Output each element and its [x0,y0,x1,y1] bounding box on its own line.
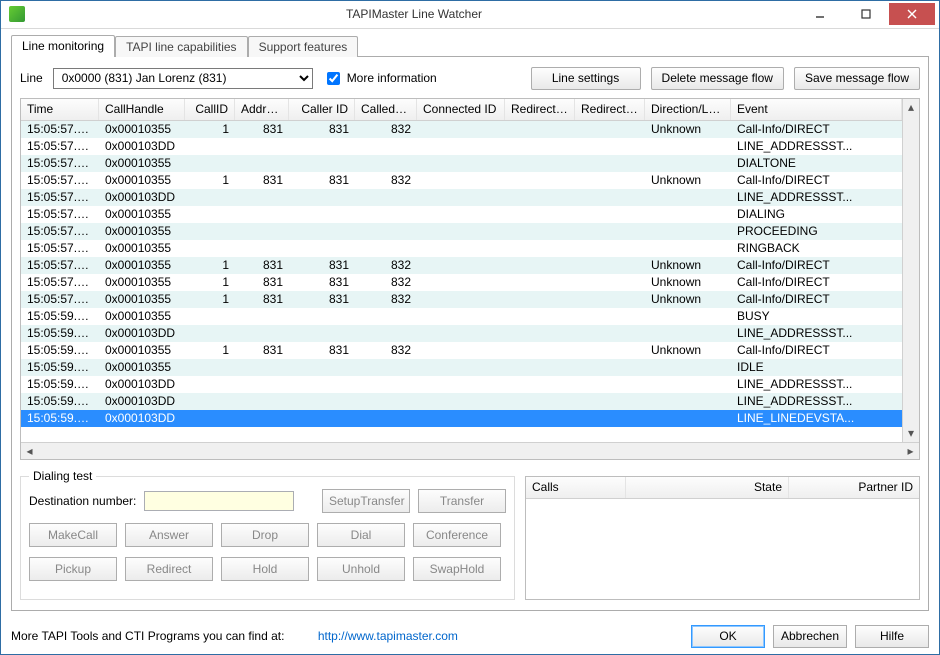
setup-transfer-button[interactable]: SetupTransfer [322,489,410,513]
table-row[interactable]: 15:05:57.5960x000103DDLINE_ADDRESSST... [21,189,902,206]
drop-button[interactable]: Drop [221,523,309,547]
tab-line-monitoring[interactable]: Line monitoring [11,35,115,57]
table-row[interactable]: 15:05:59.2370x000103DDLINE_ADDRESSST... [21,376,902,393]
column-header[interactable]: CallHandle [99,99,185,120]
table-row[interactable]: 15:05:57.5810x000103DDLINE_ADDRESSST... [21,138,902,155]
table-row[interactable]: 15:05:59.2370x00010355IDLE [21,359,902,376]
dial-button[interactable]: Dial [317,523,405,547]
line-bar: Line 0x0000 (831) Jan Lorenz (831) More … [20,67,920,90]
window-title: TAPIMaster Line Watcher [31,7,797,21]
scroll-down-icon[interactable]: ▾ [904,425,919,442]
scroll-up-icon[interactable]: ▴ [904,99,919,116]
line-label: Line [20,71,43,85]
column-header[interactable]: CallID [185,99,235,120]
table-row[interactable]: 15:05:57.5960x000103551831831832UnknownC… [21,172,902,189]
column-header[interactable]: Event [731,99,902,120]
scroll-left-icon[interactable]: ◂ [21,443,38,458]
help-button[interactable]: Hilfe [855,625,929,648]
calls-table: Calls State Partner ID [525,476,920,600]
table-row[interactable]: 15:05:57.5810x000103551831831832UnknownC… [21,121,902,138]
footer: More TAPI Tools and CTI Programs you can… [1,619,939,654]
message-table: TimeCallHandleCallIDAddressCaller IDCall… [20,98,920,460]
table-row[interactable]: 15:05:59.3310x000103DDLINE_LINEDEVSTA... [21,410,902,427]
more-information-label: More information [347,71,437,85]
dialing-test-legend: Dialing test [29,469,96,483]
table-row[interactable]: 15:05:57.5960x00010355DIALING [21,206,902,223]
horizontal-scrollbar[interactable]: ◂ ▸ [21,442,919,459]
tab-pane: Line 0x0000 (831) Jan Lorenz (831) More … [11,57,929,611]
tab-bar: Line monitoring TAPI line capabilities S… [11,35,929,57]
titlebar: TAPIMaster Line Watcher [1,1,939,29]
footer-link[interactable]: http://www.tapimaster.com [318,629,458,643]
minimize-button[interactable] [797,3,843,25]
more-information-checkbox[interactable]: More information [323,69,437,88]
calls-col-partner[interactable]: Partner ID [789,477,919,498]
tab-support-features[interactable]: Support features [248,36,359,57]
pickup-button[interactable]: Pickup [29,557,117,581]
conference-button[interactable]: Conference [413,523,501,547]
calls-col-state[interactable]: State [626,477,789,498]
destination-number-input[interactable] [144,491,294,511]
table-row[interactable]: 15:05:59.2210x00010355BUSY [21,308,902,325]
save-message-flow-button[interactable]: Save message flow [794,67,920,90]
app-icon [9,6,25,22]
swaphold-button[interactable]: SwapHold [413,557,501,581]
table-row[interactable]: 15:05:59.2680x000103DDLINE_ADDRESSST... [21,393,902,410]
close-button[interactable] [889,3,935,25]
vertical-scrollbar[interactable]: ▴ ▾ [902,99,919,442]
column-header[interactable]: Caller ID [289,99,355,120]
scroll-right-icon[interactable]: ▸ [902,443,919,458]
column-header[interactable]: Redirectio... [505,99,575,120]
table-header: TimeCallHandleCallIDAddressCaller IDCall… [21,99,902,121]
table-row[interactable]: 15:05:57.5960x00010355RINGBACK [21,240,902,257]
dialing-test-group: Dialing test Destination number: SetupTr… [20,476,515,600]
ok-button[interactable]: OK [691,625,765,648]
footer-text: More TAPI Tools and CTI Programs you can… [11,629,284,643]
calls-body[interactable] [526,499,919,599]
cancel-button[interactable]: Abbrechen [773,625,847,648]
column-header[interactable]: Called ID [355,99,417,120]
delete-message-flow-button[interactable]: Delete message flow [651,67,784,90]
app-window: TAPIMaster Line Watcher Line monitoring … [0,0,940,655]
table-row[interactable]: 15:05:59.2210x000103DDLINE_ADDRESSST... [21,325,902,342]
table-row[interactable]: 15:05:57.5810x00010355DIALTONE [21,155,902,172]
answer-button[interactable]: Answer [125,523,213,547]
table-row[interactable]: 15:05:57.5960x00010355PROCEEDING [21,223,902,240]
column-header[interactable]: Direction/Lo... [645,99,731,120]
hold-button[interactable]: Hold [221,557,309,581]
column-header[interactable]: Connected ID [417,99,505,120]
destination-number-label: Destination number: [29,494,136,508]
table-row[interactable]: 15:05:57.5960x000103551831831832UnknownC… [21,257,902,274]
line-select[interactable]: 0x0000 (831) Jan Lorenz (831) [53,68,313,89]
line-settings-button[interactable]: Line settings [531,67,641,90]
more-information-input[interactable] [327,72,340,85]
maximize-button[interactable] [843,3,889,25]
redirect-button[interactable]: Redirect [125,557,213,581]
column-header[interactable]: Address [235,99,289,120]
table-row[interactable]: 15:05:59.2210x000103551831831832UnknownC… [21,342,902,359]
column-header[interactable]: Redirectin... [575,99,645,120]
unhold-button[interactable]: Unhold [317,557,405,581]
table-row[interactable]: 15:05:57.5960x000103551831831832UnknownC… [21,274,902,291]
transfer-button[interactable]: Transfer [418,489,506,513]
column-header[interactable]: Time [21,99,99,120]
calls-col-calls[interactable]: Calls [526,477,626,498]
tab-tapi-line-capabilities[interactable]: TAPI line capabilities [115,36,248,57]
makecall-button[interactable]: MakeCall [29,523,117,547]
table-body[interactable]: 15:05:57.5810x000103551831831832UnknownC… [21,121,902,442]
table-row[interactable]: 15:05:57.5960x000103551831831832UnknownC… [21,291,902,308]
